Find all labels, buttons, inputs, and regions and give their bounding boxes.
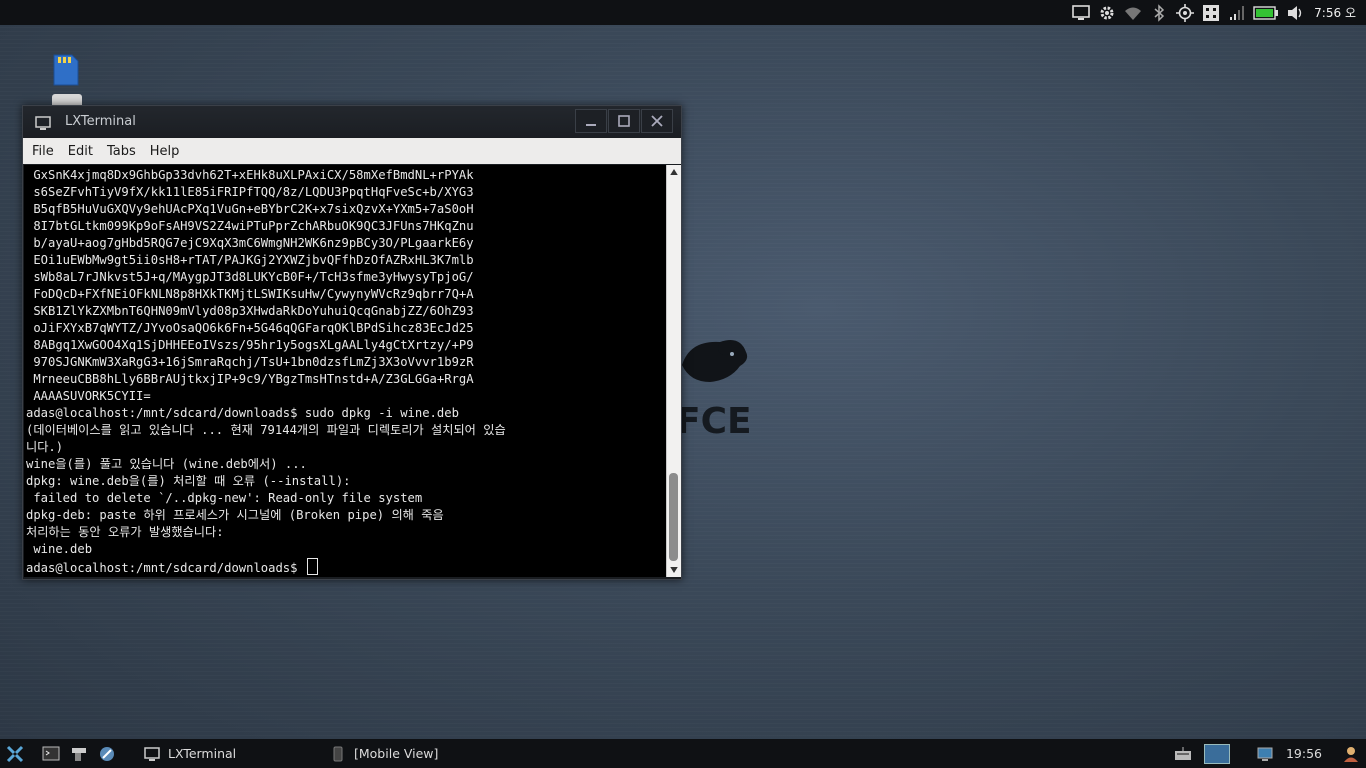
bottom-clock[interactable]: 19:56 [1286,746,1322,761]
terminal-line: 970SJGNKmW3XaRgG3+16jSmraRqchj/TsU+1bn0d… [26,355,474,369]
gps-icon[interactable] [1174,2,1196,24]
terminal-line: wine을(를) 풀고 있습니다 (wine.deb에서) ... [26,457,307,471]
terminal-line: AAAASUVORK5CYII= [26,389,151,403]
menu-bar: File Edit Tabs Help [23,138,681,164]
wifi-icon[interactable] [1122,2,1144,24]
terminal-line: GxSnK4xjmq8Dx9GhbGp33dvh62T+xEHk8uXLPAxi… [26,168,474,182]
volume-icon[interactable] [1284,2,1306,24]
keyboard-icon[interactable] [1172,743,1194,765]
svg-text:FCE: FCE [676,401,752,442]
lxterminal-window[interactable]: LXTerminal File Edit Tabs Help GxSnK4xjm… [22,105,682,580]
taskbar-item-label: LXTerminal [168,746,237,761]
terminal-line: b/ayaU+aog7gHbd5RQG7ejC9XqX3mC6WmgNH2WK6… [26,236,474,250]
terminal-line: 니다.) [26,440,64,454]
terminal-line: SKB1ZlYkZXMbnT6QHN09mVlyd08p3XHwdaRkDoYu… [26,304,474,318]
xfce-mouse-logo: FCE [670,330,760,445]
file-manager-launcher-icon[interactable] [68,743,90,765]
network-monitor-icon[interactable] [1070,2,1092,24]
terminal-line: dpkg: wine.deb을(를) 처리할 때 오류 (--install): [26,474,351,488]
signal-icon[interactable] [1226,2,1248,24]
app-grid-icon[interactable] [1200,2,1222,24]
scroll-down-arrow-icon[interactable] [667,563,681,577]
user-icon[interactable] [1340,743,1362,765]
phone-task-icon [333,746,343,761]
terminal-cursor [306,558,318,575]
terminal-line: (데이터베이스를 읽고 있습니다 ... 현재 79144개의 파일과 디렉토리… [26,423,506,437]
scrollbar-thumb[interactable] [669,473,678,561]
terminal-line: FoDQcD+FXfNEiOFkNLN8p8HXkTKMjtLSWIKsuHw/… [26,287,474,301]
terminal-line: 8ABgq1XwGOO4Xq1SjDHHEEoIVszs/95hr1y5ogsX… [26,338,474,352]
close-button[interactable] [641,109,673,133]
browser-launcher-icon[interactable] [96,743,118,765]
terminal-line: MrneeuCBB8hLly6BBrAUjtkxjIP+9c9/YBgzTmsH… [26,372,474,386]
prompt-text: adas@localhost:/mnt/sdcard/downloads$ [26,561,305,575]
terminal-line: EOi1uEWbMw9gt5ii0sH8+rTAT/PAJKGj2YXWZjbv… [26,253,474,267]
terminal-line: dpkg-deb: paste 하위 프로세스가 시그널에 (Broken pi… [26,508,444,522]
menu-help[interactable]: Help [147,142,183,161]
terminal-line: s6SeZFvhTiyV9fX/kk11lE85iFRIPfTQQ/8z/LQD… [26,185,474,199]
terminal-line: 8I7btGLtkm099Kp9oFsAH9VS2Z4wiPTuPprZchAR… [26,219,474,233]
menu-edit[interactable]: Edit [65,142,96,161]
window-title: LXTerminal [65,114,136,129]
scroll-up-arrow-icon[interactable] [667,165,681,179]
terminal-launcher-icon[interactable] [40,743,62,765]
sdcard-desktop-icon[interactable] [52,54,80,86]
battery-icon[interactable] [1252,2,1280,24]
window-controls [574,109,673,133]
terminal-app-icon [35,115,51,130]
terminal-scrollbar[interactable] [666,165,681,577]
taskbar-item-label: [Mobile View] [354,746,439,761]
terminal-line: adas@localhost:/mnt/sdcard/downloads$ [26,558,506,575]
terminal-line: B5qfB5HuVuGXQVy9ehUAcPXq1VuGn+eBYbrC2K+x… [26,202,474,216]
display-icon[interactable] [1254,743,1276,765]
workspace-switcher[interactable] [1203,743,1230,764]
terminal-line: sWb8aL7rJNkvst5J+q/MAygpJT3d8LUKYcB0F+/T… [26,270,474,284]
xfce-menu-icon[interactable] [4,743,26,765]
minimize-button[interactable] [575,109,607,133]
terminal-output[interactable]: GxSnK4xjmq8Dx9GhbGp33dvh62T+xEHk8uXLPAxi… [24,165,666,577]
terminal-line: wine.deb [26,542,93,556]
menu-tabs[interactable]: Tabs [104,142,139,161]
taskbar-item-lxterminal[interactable]: LXTerminal [136,739,312,768]
bluetooth-icon[interactable] [1148,2,1170,24]
top-clock[interactable]: 7:56 오 [1314,4,1356,21]
terminal-line: adas@localhost:/mnt/sdcard/downloads$ su… [26,406,459,420]
taskbar-item-mobile-view[interactable]: [Mobile View] [322,739,446,768]
maximize-button[interactable] [608,109,640,133]
menu-file[interactable]: File [29,142,57,161]
terminal-line: 처리하는 동안 오류가 발생했습니다: [26,525,224,539]
terminal-task-icon [144,746,160,761]
terminal-line: failed to delete `/..dpkg-new': Read-onl… [26,491,423,505]
settings-gear-icon[interactable] [1096,2,1118,24]
window-titlebar[interactable]: LXTerminal [23,106,681,137]
terminal-lines: GxSnK4xjmq8Dx9GhbGp33dvh62T+xEHk8uXLPAxi… [26,167,506,575]
bottom-panel: LXTerminal [Mobile View] 19:56 [0,739,1366,768]
terminal-line: oJiFXYxB7qWYTZ/JYvoOsaQO6k6Fn+5G46qQGFar… [26,321,474,335]
bottom-tray: 19:56 [1166,739,1366,768]
top-panel: 7:56 오 [0,0,1366,25]
